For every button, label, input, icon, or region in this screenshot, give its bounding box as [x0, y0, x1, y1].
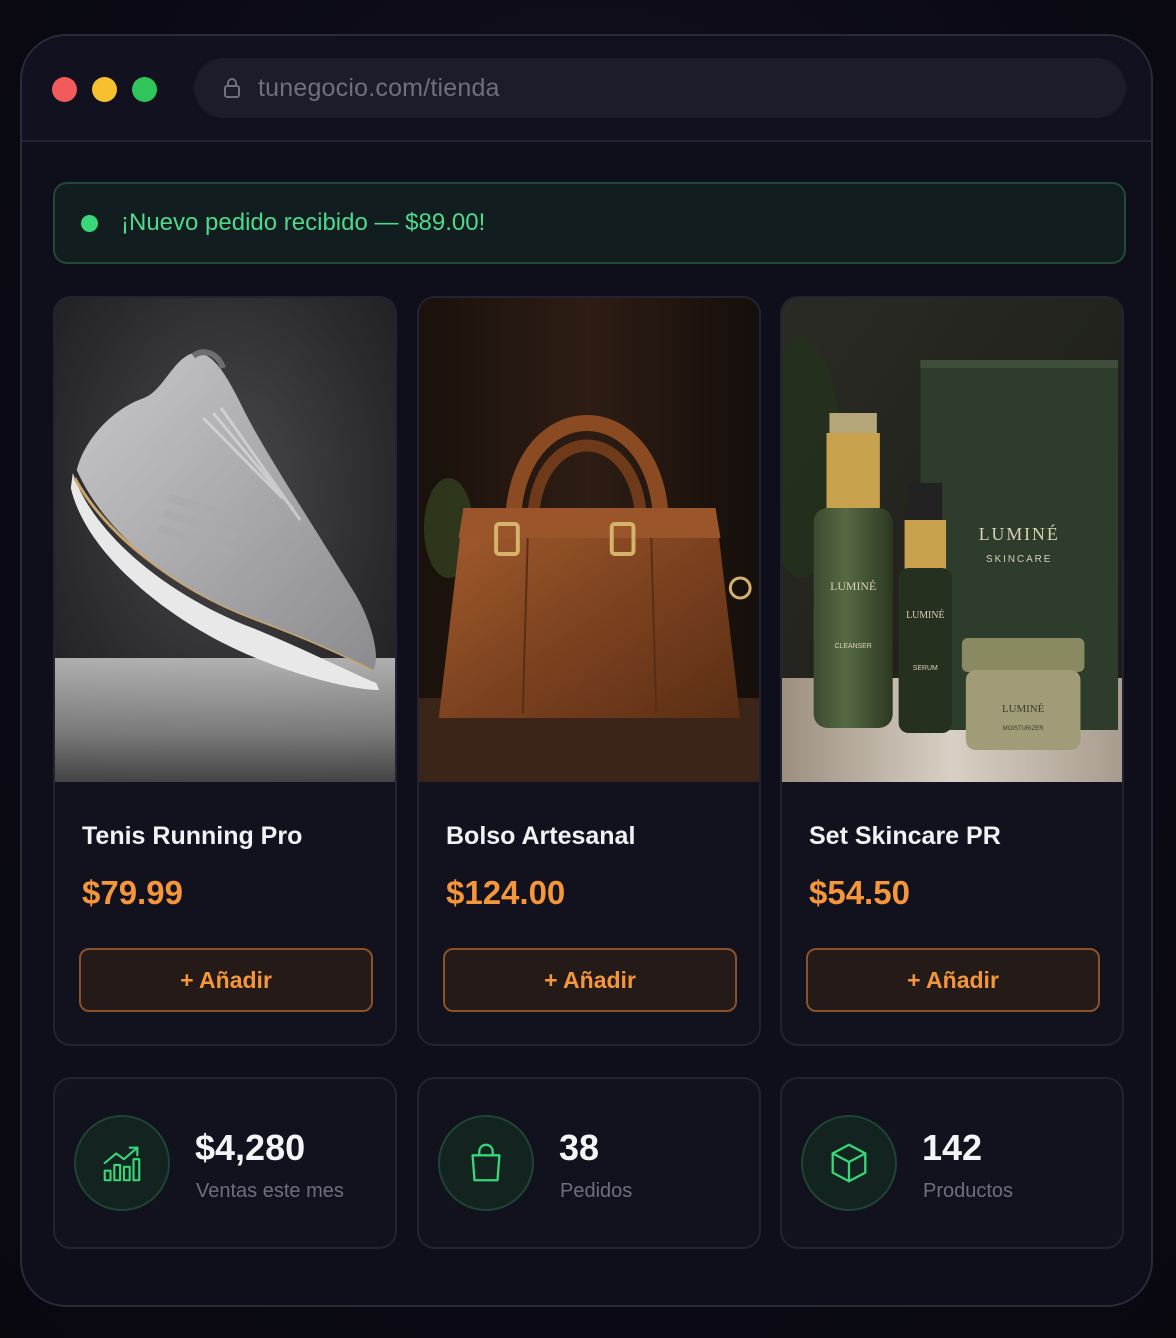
- stat-card-orders: 38 Pedidos: [417, 1077, 761, 1249]
- maximize-window-button[interactable]: [132, 77, 157, 102]
- product-price: $124.00: [446, 874, 566, 911]
- stat-card-sales: $4,280 Ventas este mes: [53, 1077, 397, 1249]
- product-name: Set Skincare PR: [809, 822, 1001, 850]
- add-to-cart-button[interactable]: + Añadir: [806, 948, 1100, 1012]
- cleanser-brand: LUMINÉ: [830, 579, 876, 593]
- browser-window: tunegocio.com/tienda ¡Nuevo pedido recib…: [20, 34, 1153, 1307]
- cleanser-label: CLEANSER: [835, 643, 872, 650]
- close-window-button[interactable]: [52, 77, 77, 102]
- product-name: Tenis Running Pro: [82, 822, 303, 850]
- product-price: $79.99: [82, 874, 183, 911]
- add-to-cart-button[interactable]: + Añadir: [443, 948, 737, 1012]
- lock-icon: [224, 78, 240, 98]
- chart-up-icon: [103, 1146, 141, 1182]
- stat-value: 38: [559, 1127, 600, 1168]
- stat-icon-circle: [801, 1115, 897, 1211]
- shopping-bag-icon: [471, 1143, 501, 1182]
- notification-message: ¡Nuevo pedido recibido — $89.00!: [121, 209, 486, 236]
- product-price: $54.50: [809, 874, 910, 911]
- minimize-window-button[interactable]: [92, 77, 117, 102]
- stat-icon-circle: [74, 1115, 170, 1211]
- live-indicator-icon: [81, 214, 98, 232]
- product-card: Tenis Running Pro $79.99 + Añadir: [53, 296, 397, 1046]
- browser-titlebar: tunegocio.com/tienda: [22, 36, 1151, 142]
- stat-label: Ventas este mes: [196, 1180, 344, 1202]
- url-text: tunegocio.com/tienda: [258, 73, 500, 102]
- stat-label: Pedidos: [560, 1180, 633, 1202]
- stat-icon-circle: [438, 1115, 534, 1211]
- order-notification: ¡Nuevo pedido recibido — $89.00!: [53, 182, 1126, 264]
- skincare-box-sub: SKINCARE: [986, 554, 1052, 565]
- skincare-box-brand: LUMINÉ: [979, 523, 1060, 544]
- product-name: Bolso Artesanal: [446, 822, 636, 850]
- stat-value: 142: [922, 1127, 983, 1168]
- address-bar[interactable]: tunegocio.com/tienda: [194, 58, 1126, 118]
- jar-brand: LUMINÉ: [1002, 703, 1045, 715]
- box-icon: [831, 1143, 867, 1183]
- stat-card-products: 142 Productos: [780, 1077, 1124, 1249]
- stat-label: Productos: [923, 1180, 1014, 1202]
- product-image-sneaker: [55, 298, 395, 782]
- product-card: LUMINÉ SKINCARE LUMINÉ CLEANSER LUMINÉ S…: [780, 296, 1124, 1046]
- jar-label: MOISTURIZER: [1003, 726, 1044, 732]
- serum-label: SERUM: [913, 665, 938, 672]
- stat-value: $4,280: [195, 1127, 306, 1168]
- serum-brand: LUMINÉ: [906, 609, 944, 621]
- add-to-cart-button[interactable]: + Añadir: [79, 948, 373, 1012]
- product-image-skincare: LUMINÉ SKINCARE LUMINÉ CLEANSER LUMINÉ S…: [782, 298, 1122, 782]
- product-card: Bolso Artesanal $124.00 + Añadir: [417, 296, 761, 1046]
- product-image-handbag: [419, 298, 759, 782]
